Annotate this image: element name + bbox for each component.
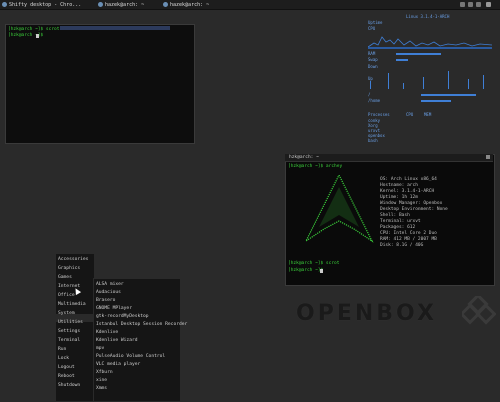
logo-text: OPENBOX — [296, 301, 437, 326]
submenu-item[interactable]: Audacious — [96, 290, 121, 295]
menu-item[interactable]: Reboot — [58, 374, 75, 379]
conky-uptime-label: Uptime — [368, 20, 383, 25]
menu-item[interactable]: Terminal — [58, 338, 80, 343]
task-button-browser[interactable]: Shifty desktop - Chro... — [2, 1, 81, 8]
terminal-titlebar[interactable]: hzk@arch: ~ — [285, 154, 493, 162]
submenu-item[interactable]: GNOME MPlayer — [96, 306, 132, 311]
menu-item[interactable]: Multimedia — [58, 302, 86, 307]
sysinfo-line: Packages: 612 — [380, 225, 416, 230]
sysinfo-line: Hostname: arch — [380, 183, 418, 188]
conky-col-cpu: CPU — [406, 112, 414, 117]
conky-ram-label: RAM — [368, 51, 376, 56]
terminal-icon — [163, 2, 168, 7]
submenu-item[interactable]: Xmms — [96, 386, 107, 391]
conky-proc-row: bash — [368, 138, 378, 143]
conky-up-label: Up — [368, 76, 373, 81]
conky-monitor: Linux 3.1.4-1-ARCH Uptime CPU RAM Swap D… — [366, 14, 494, 154]
menu-item[interactable]: System — [58, 311, 75, 316]
sysinfo-line: Uptime: 1h 12m — [380, 195, 418, 200]
clock-icon[interactable] — [486, 2, 491, 7]
terminal-icon — [98, 2, 103, 7]
volume-icon[interactable] — [468, 2, 473, 7]
conky-swap-label: Swap — [368, 57, 378, 62]
conky-processes-label: Processes — [368, 112, 390, 117]
submenu-item[interactable]: ALSA mixer — [96, 282, 124, 287]
fs-root-bar — [421, 94, 476, 96]
multimedia-submenu: ALSA mixer Audacious Brasero GNOME MPlay… — [93, 278, 187, 402]
network-graph — [370, 71, 484, 89]
terminal-line: [hzk@arch ~]$ scrot — [288, 261, 340, 266]
conky-fs-home-label: /home — [368, 98, 381, 103]
taskbar: Shifty desktop - Chro... hazek@arch: ~ h… — [0, 0, 500, 10]
menu-item[interactable]: Logout — [58, 365, 75, 370]
terminal-window-left[interactable]: [hzk@arch ~]$ scrot [hzk@arch ~]$ — [5, 24, 195, 144]
root-menu: Accessories Graphics Games Internet Offi… — [55, 253, 95, 402]
ram-bar — [396, 53, 441, 55]
cpu-graph — [368, 36, 492, 49]
submenu-item[interactable]: Xfburn — [96, 370, 113, 375]
text-cursor — [320, 269, 323, 273]
menu-item[interactable]: Utilities — [58, 320, 83, 325]
text-cursor — [36, 34, 39, 38]
sysinfo-line: Kernel: 3.1.4-1-ARCH — [380, 189, 435, 194]
task-label: hazek@arch: ~ — [170, 1, 210, 8]
menu-item[interactable]: Settings — [58, 329, 80, 334]
conky-header: Linux 3.1.4-1-ARCH — [406, 14, 450, 19]
sysinfo-line: CPU: Intel Core 2 Duo — [380, 231, 437, 236]
menu-item[interactable]: Shutdown — [58, 383, 80, 388]
terminal-line: [hzk@arch ~]$ scrot — [8, 27, 60, 32]
submenu-item[interactable]: Kdenlive — [96, 330, 118, 335]
submenu-item[interactable]: gtk-recordMyDesktop — [96, 314, 149, 319]
close-icon[interactable] — [486, 155, 490, 159]
sysinfo-line: Disk: 8.1G / 40G — [380, 243, 424, 248]
submenu-item[interactable]: xine — [96, 378, 107, 383]
menu-item[interactable]: Graphics — [58, 266, 80, 271]
task-label: Shifty desktop - Chro... — [9, 1, 82, 8]
menu-item[interactable]: Accessories — [58, 257, 88, 262]
selection-highlight — [60, 26, 170, 30]
sysinfo-line: RAM: 412 MB / 2007 MB — [380, 237, 437, 242]
sysinfo-line: Terminal: urxvt — [380, 219, 421, 224]
terminal-line: [hzk@arch ~]$ archey — [288, 164, 343, 169]
openbox-logo: OPENBOX — [296, 301, 437, 326]
sysinfo-line: Shell: Bash — [380, 213, 410, 218]
conky-fs-root-label: / — [368, 92, 371, 97]
network-icon[interactable] — [460, 2, 465, 7]
fs-home-bar — [421, 100, 451, 102]
submenu-item[interactable]: mpv — [96, 346, 104, 351]
menu-item[interactable]: Lock — [58, 356, 69, 361]
battery-icon[interactable] — [476, 2, 481, 7]
sysinfo-line: Window Manager: Openbox — [380, 201, 443, 206]
browser-icon — [2, 2, 7, 7]
conky-col-mem: MEM — [424, 112, 432, 117]
sysinfo-line: Desktop Environment: None — [380, 207, 448, 212]
terminal-window-right[interactable]: [hzk@arch ~]$ archey OS: Arch Linux x86_… — [285, 154, 495, 286]
submenu-item[interactable]: PulseAudio Volume Control — [96, 354, 165, 359]
arch-logo — [304, 175, 374, 243]
terminal-line: [hzk@arch ~]$ — [288, 268, 324, 273]
sysinfo-line: OS: Arch Linux x86_64 — [380, 177, 437, 182]
submenu-item[interactable]: Brasero — [96, 298, 115, 303]
menu-item[interactable]: Run — [58, 347, 66, 352]
menu-item[interactable]: Office — [58, 293, 75, 298]
task-button-terminal-2[interactable]: hazek@arch: ~ — [163, 1, 209, 8]
window-title: hzk@arch: ~ — [289, 155, 319, 160]
task-label: hazek@arch: ~ — [105, 1, 145, 8]
swap-bar — [396, 59, 408, 61]
submenu-item[interactable]: VLC media player — [96, 362, 140, 367]
task-button-terminal-1[interactable]: hazek@arch: ~ — [98, 1, 144, 8]
submenu-item[interactable]: Kdenlive Wizard — [96, 338, 138, 343]
openbox-logo-mark — [462, 296, 496, 325]
submenu-item[interactable]: Istanbul Desktop Session Recorder — [96, 322, 187, 327]
menu-item[interactable]: Games — [58, 275, 72, 280]
